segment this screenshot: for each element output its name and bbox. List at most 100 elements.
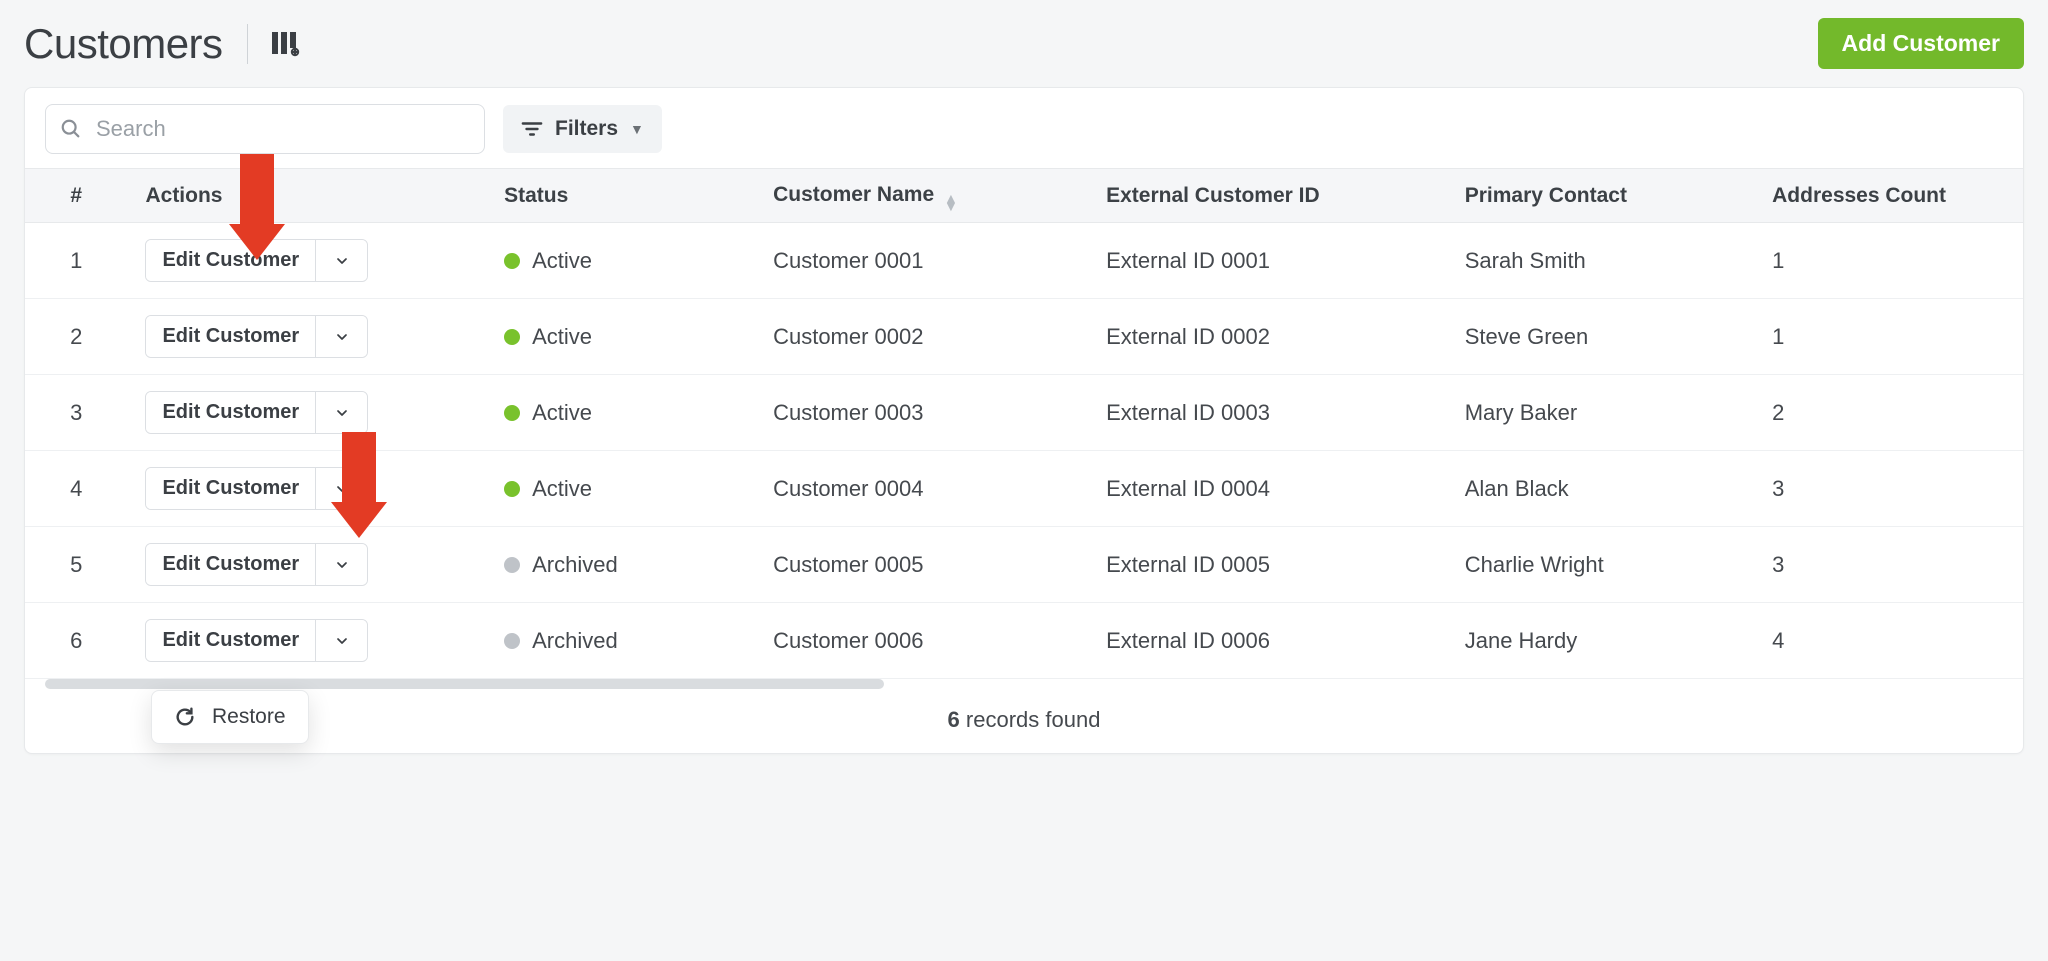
row-number: 2 xyxy=(25,299,127,375)
row-number: 5 xyxy=(25,527,127,603)
edit-customer-split-button: Edit Customer xyxy=(145,315,368,358)
primary-contact: Charlie Wright xyxy=(1447,527,1754,603)
status-dot-icon xyxy=(504,481,520,497)
edit-customer-caret[interactable] xyxy=(315,468,367,509)
status-dot-icon xyxy=(504,557,520,573)
primary-contact: Mary Baker xyxy=(1447,375,1754,451)
status-cell: Active xyxy=(504,324,737,350)
addresses-count: 2 xyxy=(1754,375,2023,451)
col-external-id[interactable]: External Customer ID xyxy=(1088,169,1447,223)
customers-table: # Actions Status Customer Name ▲▼ Extern… xyxy=(25,168,2023,679)
status-text: Active xyxy=(532,400,592,426)
chevron-down-icon xyxy=(334,557,350,573)
table-row: 4 Edit Customer Active Customer 0004Externa… xyxy=(25,451,2023,527)
edit-customer-split-button: Edit Customer xyxy=(145,391,368,434)
external-id: External ID 0002 xyxy=(1088,299,1447,375)
status-dot-icon xyxy=(504,633,520,649)
restore-label: Restore xyxy=(212,705,286,729)
horizontal-scrollbar[interactable] xyxy=(45,679,884,689)
external-id: External ID 0004 xyxy=(1088,451,1447,527)
search-input[interactable] xyxy=(94,115,470,143)
edit-customer-split-button: Edit Customer xyxy=(145,239,368,282)
addresses-count: 1 xyxy=(1754,299,2023,375)
table-row: 3 Edit Customer Active Customer 0003Externa… xyxy=(25,375,2023,451)
row-number: 4 xyxy=(25,451,127,527)
edit-customer-split-button: Edit Customer xyxy=(145,467,368,510)
restore-icon xyxy=(174,706,196,728)
primary-contact: Steve Green xyxy=(1447,299,1754,375)
status-text: Active xyxy=(532,248,592,274)
table-row: 1 Edit Customer Active Customer 0001Externa… xyxy=(25,223,2023,299)
edit-customer-button[interactable]: Edit Customer xyxy=(146,468,315,509)
filters-button[interactable]: Filters ▼ xyxy=(503,105,662,153)
status-dot-icon xyxy=(504,405,520,421)
col-addresses-count[interactable]: Addresses Count xyxy=(1754,169,2023,223)
chevron-down-icon xyxy=(334,329,350,345)
edit-customer-button[interactable]: Edit Customer xyxy=(146,392,315,433)
row-number: 3 xyxy=(25,375,127,451)
column-settings-icon[interactable] xyxy=(272,31,300,57)
status-cell: Active xyxy=(504,476,737,502)
edit-customer-split-button: Edit Customer xyxy=(145,619,368,662)
records-found: 6 records found xyxy=(25,689,2023,753)
status-dot-icon xyxy=(504,253,520,269)
external-id: External ID 0005 xyxy=(1088,527,1447,603)
chevron-down-icon xyxy=(334,633,350,649)
chevron-down-icon xyxy=(334,253,350,269)
customer-name[interactable]: Customer 0003 xyxy=(755,375,1088,451)
divider xyxy=(247,24,248,64)
edit-customer-button[interactable]: Edit Customer xyxy=(146,316,315,357)
customer-name[interactable]: Customer 0006 xyxy=(755,603,1088,679)
filters-label: Filters xyxy=(555,117,618,141)
edit-customer-button[interactable]: Edit Customer xyxy=(146,544,315,585)
row-number: 6 xyxy=(25,603,127,679)
add-customer-button[interactable]: Add Customer xyxy=(1818,18,2024,69)
customer-name[interactable]: Customer 0001 xyxy=(755,223,1088,299)
table-row: 2 Edit Customer Active Customer 0002Externa… xyxy=(25,299,2023,375)
actions-dropdown-menu[interactable]: Restore xyxy=(151,690,309,744)
addresses-count: 3 xyxy=(1754,527,2023,603)
col-number[interactable]: # xyxy=(25,169,127,223)
edit-customer-caret[interactable] xyxy=(315,240,367,281)
table-row: 6 Edit Customer Archived Customer 0006Exter… xyxy=(25,603,2023,679)
chevron-down-icon xyxy=(334,405,350,421)
caret-down-icon: ▼ xyxy=(630,121,644,137)
primary-contact: Jane Hardy xyxy=(1447,603,1754,679)
status-text: Archived xyxy=(532,628,618,654)
customers-card: Filters ▼ # Actions Status Cu xyxy=(24,87,2024,754)
status-cell: Archived xyxy=(504,628,737,654)
status-text: Archived xyxy=(532,552,618,578)
status-text: Active xyxy=(532,324,592,350)
status-cell: Archived xyxy=(504,552,737,578)
external-id: External ID 0001 xyxy=(1088,223,1447,299)
external-id: External ID 0003 xyxy=(1088,375,1447,451)
col-status[interactable]: Status xyxy=(486,169,755,223)
edit-customer-caret[interactable] xyxy=(315,316,367,357)
page-title: Customers xyxy=(24,20,223,68)
status-cell: Active xyxy=(504,400,737,426)
edit-customer-button[interactable]: Edit Customer xyxy=(146,240,315,281)
addresses-count: 3 xyxy=(1754,451,2023,527)
addresses-count: 1 xyxy=(1754,223,2023,299)
col-actions[interactable]: Actions xyxy=(127,169,486,223)
customer-name[interactable]: Customer 0005 xyxy=(755,527,1088,603)
status-text: Active xyxy=(532,476,592,502)
search-icon xyxy=(60,118,82,140)
edit-customer-caret[interactable] xyxy=(315,620,367,661)
external-id: External ID 0006 xyxy=(1088,603,1447,679)
search-input-wrap xyxy=(45,104,485,154)
primary-contact: Sarah Smith xyxy=(1447,223,1754,299)
edit-customer-split-button: Edit Customer xyxy=(145,543,368,586)
col-primary-contact[interactable]: Primary Contact xyxy=(1447,169,1754,223)
row-number: 1 xyxy=(25,223,127,299)
filter-icon xyxy=(521,120,543,138)
customer-name[interactable]: Customer 0004 xyxy=(755,451,1088,527)
customer-name[interactable]: Customer 0002 xyxy=(755,299,1088,375)
chevron-down-icon xyxy=(334,481,350,497)
table-row: 5 Edit Customer Archived Customer 0005Exter… xyxy=(25,527,2023,603)
edit-customer-button[interactable]: Edit Customer xyxy=(146,620,315,661)
sort-icon: ▲▼ xyxy=(944,194,958,210)
edit-customer-caret[interactable] xyxy=(315,392,367,433)
col-customer-name[interactable]: Customer Name ▲▼ xyxy=(755,169,1088,223)
edit-customer-caret[interactable] xyxy=(315,544,367,585)
